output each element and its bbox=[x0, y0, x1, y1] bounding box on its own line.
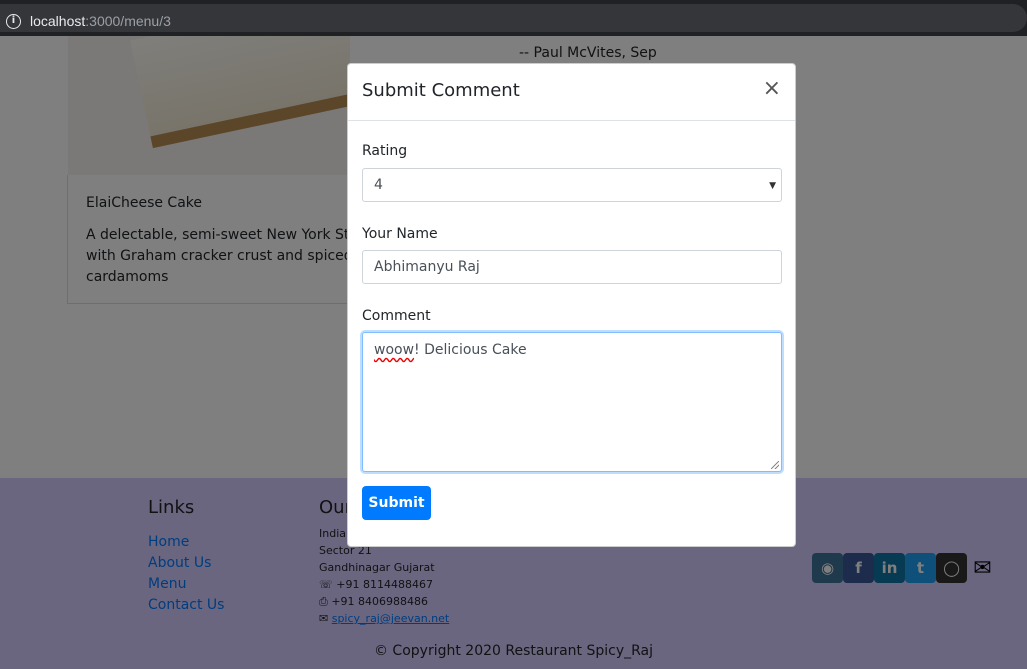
comment-textarea[interactable]: woow! Delicious Cake bbox=[362, 332, 782, 472]
rating-label: Rating bbox=[362, 143, 408, 159]
modal-header: Submit Comment × bbox=[348, 64, 795, 121]
chevron-down-icon: ▼ bbox=[769, 181, 776, 191]
submit-button[interactable]: Submit bbox=[362, 486, 431, 520]
submit-comment-modal: Submit Comment × Rating 4 ▼ Your Name Ab… bbox=[347, 63, 796, 547]
modal-title: Submit Comment bbox=[362, 80, 520, 101]
close-icon[interactable]: × bbox=[763, 78, 781, 100]
comment-label: Comment bbox=[362, 308, 431, 324]
url-box[interactable]: i localhost:3000/menu/3 bbox=[0, 4, 1027, 32]
info-icon[interactable]: i bbox=[6, 14, 21, 29]
name-input[interactable]: Abhimanyu Raj bbox=[362, 250, 782, 284]
rating-select[interactable]: 4 ▼ bbox=[362, 168, 782, 202]
browser-address-bar: i localhost:3000/menu/3 bbox=[0, 0, 1027, 36]
name-label: Your Name bbox=[362, 226, 438, 242]
resize-handle-icon[interactable] bbox=[771, 461, 779, 469]
url-text[interactable]: localhost:3000/menu/3 bbox=[30, 13, 171, 29]
